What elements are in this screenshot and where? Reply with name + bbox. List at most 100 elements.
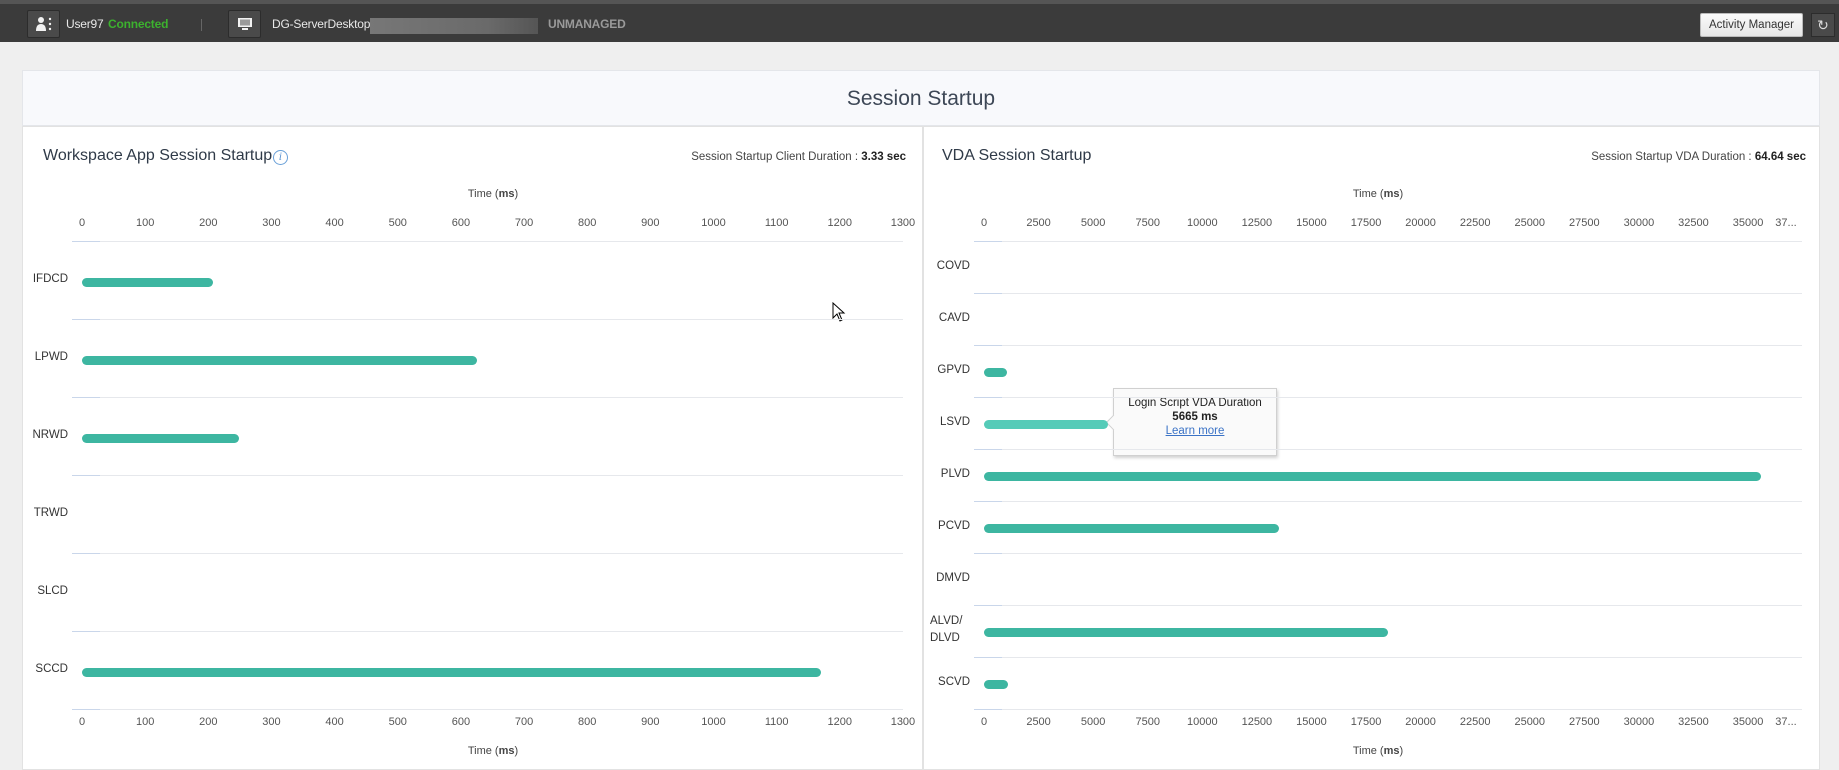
left-tick-bottom: 0: [78, 716, 86, 728]
session-toolbar: User97 Connected DG-ServerDesktop UNMANA…: [0, 0, 1839, 42]
left-tick-bottom: 1200: [827, 716, 853, 728]
right-tick-bottom: 0: [980, 716, 988, 728]
left-tick-top: 700: [514, 217, 534, 229]
left-tick-top: 900: [641, 217, 660, 229]
right-gridline: [974, 605, 1802, 606]
left-bar-nrwd[interactable]: [82, 433, 239, 443]
right-bar-plvd[interactable]: [984, 471, 1762, 481]
vda-duration: Session Startup VDA Duration : 64.64 sec: [1591, 151, 1806, 163]
machine-name: DG-ServerDesktop: [272, 17, 371, 31]
right-tick-bottom: 20000: [1405, 716, 1436, 728]
left-gridline: [72, 631, 903, 632]
left-tick-bottom: 900: [641, 716, 660, 728]
left-bar-sccd[interactable]: [82, 667, 821, 677]
user-menu-button[interactable]: [27, 10, 60, 38]
right-row-label: CAVD: [930, 310, 970, 327]
right-tick-top: 25000: [1514, 217, 1546, 229]
left-tick-bottom: 200: [199, 716, 218, 728]
right-gridline: [974, 241, 1802, 242]
left-row-label: NRWD: [26, 427, 68, 444]
right-tick-top: 27500: [1569, 217, 1600, 229]
right-axis-title-top: Time (ms): [1352, 188, 1404, 200]
right-gridline: [974, 657, 1802, 658]
left-tick-top: 1100: [764, 217, 789, 229]
right-tick-top: 0: [980, 217, 988, 229]
right-tick-bottom: 25000: [1514, 716, 1546, 728]
section-header: Session Startup: [22, 70, 1820, 126]
right-row-label: PCVD: [930, 518, 970, 535]
right-tick-bottom: 37...: [1775, 716, 1797, 728]
left-tick-top: 1000: [701, 217, 726, 229]
left-tick-top: 100: [135, 217, 155, 229]
left-row-label: IFDCD: [26, 271, 68, 288]
left-gridline: [72, 553, 903, 554]
right-tick-bottom: 5000: [1080, 716, 1106, 728]
right-row-label: ALVD/DLVD: [930, 613, 970, 647]
right-tick-top: 10000: [1187, 217, 1218, 229]
right-bar-scvd[interactable]: [984, 679, 1008, 689]
left-bar-lpwd[interactable]: [82, 355, 477, 365]
right-gridline: [974, 709, 1802, 710]
user-name: User97: [66, 17, 104, 31]
left-tick-top: 300: [262, 217, 281, 229]
row-label-line: SCCD: [35, 662, 68, 675]
left-gridline: [72, 241, 903, 242]
learn-more-link[interactable]: Learn more: [1114, 425, 1276, 437]
machine-button[interactable]: [228, 10, 261, 38]
left-tick-top: 500: [388, 217, 407, 229]
page-title: Session Startup: [846, 87, 996, 110]
right-tick-top: 37...: [1775, 217, 1797, 229]
left-gridline: [72, 319, 903, 320]
row-label-line: SCVD: [938, 675, 970, 688]
row-label-line: IFDCD: [32, 272, 68, 285]
toolbar-divider: [201, 19, 202, 31]
right-row-label: GPVD: [930, 362, 970, 379]
info-icon[interactable]: i: [273, 150, 288, 165]
right-tick-top: 5000: [1080, 217, 1106, 229]
right-panel-title: VDA Session Startup: [942, 147, 1092, 164]
right-bar-pcvd[interactable]: [984, 523, 1279, 533]
left-row-label: TRWD: [26, 505, 68, 522]
vda-duration-label: Session Startup VDA Duration :: [1591, 151, 1755, 163]
right-gridline: [974, 501, 1802, 502]
tooltip-value: 5665 ms: [1172, 411, 1218, 423]
monitor-icon: [237, 18, 252, 30]
right-gridline: [974, 397, 1802, 398]
left-tick-bottom: 1300: [890, 716, 916, 728]
vda-duration-value: 64.64 sec: [1754, 151, 1806, 163]
right-row-label: DMVD: [930, 570, 970, 587]
left-row-label: SLCD: [26, 583, 68, 600]
client-duration: Session Startup Client Duration : 3.33 s…: [691, 151, 906, 163]
refresh-icon: ↻: [1817, 17, 1829, 33]
connection-status: Connected: [108, 17, 169, 31]
tooltip-title: Login Script VDA Duration: [1128, 397, 1262, 409]
right-tick-bottom: 7500: [1135, 716, 1160, 728]
left-panel-title: Workspace App Session Startup: [43, 147, 273, 164]
row-label-line: SLCD: [37, 584, 68, 597]
right-axis-title-bottom: Time (ms): [1352, 745, 1404, 757]
right-bar-lsvd[interactable]: [984, 419, 1108, 429]
row-label-line: PCVD: [938, 519, 970, 532]
row-label-line: ALVD/: [930, 615, 963, 627]
right-bar-gpvd[interactable]: [984, 367, 1007, 377]
row-label-line: LPWD: [34, 350, 68, 363]
left-tick-bottom: 1100: [764, 716, 789, 728]
left-bar-ifdcd[interactable]: [82, 277, 214, 287]
refresh-button[interactable]: ↻: [1811, 13, 1835, 37]
right-tick-bottom: 15000: [1296, 716, 1327, 728]
left-gridline: [72, 475, 903, 476]
left-tick-bottom: 400: [325, 716, 344, 728]
right-tick-bottom: 10000: [1187, 716, 1218, 728]
left-axis-title-bottom: Time (ms): [467, 745, 519, 757]
left-tick-top: 1300: [890, 217, 916, 229]
right-bar-alvddlvd[interactable]: [984, 627, 1388, 637]
activity-manager-button[interactable]: Activity Manager: [1700, 13, 1803, 37]
right-tick-top: 2500: [1026, 217, 1051, 229]
right-gridline: [974, 449, 1802, 450]
right-tick-bottom: 12500: [1241, 716, 1273, 728]
row-label-line: LSVD: [939, 415, 970, 428]
right-tick-bottom: 27500: [1569, 716, 1600, 728]
right-tick-top: 15000: [1296, 217, 1327, 229]
machine-state: UNMANAGED: [548, 17, 626, 31]
left-tick-bottom: 700: [514, 716, 534, 728]
